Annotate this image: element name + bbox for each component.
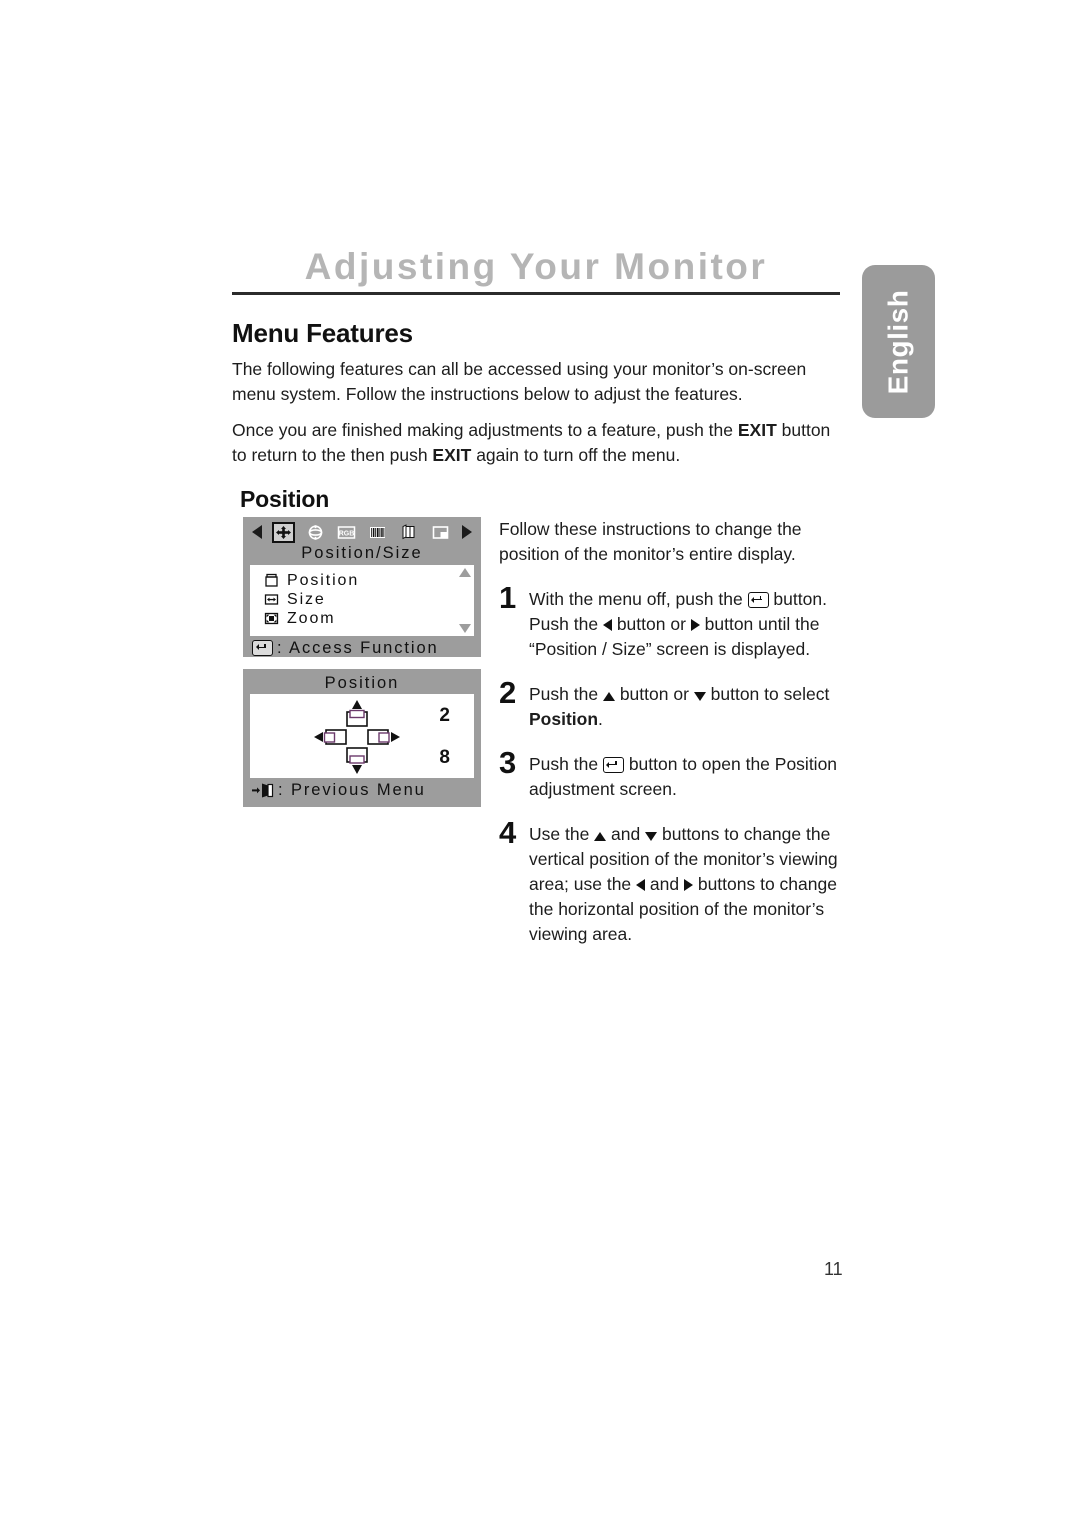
left-triangle-icon [636,879,646,891]
right-arrow-icon [461,525,472,539]
enter-key-icon [747,592,769,609]
step-text: Push the button or button to select Posi… [529,680,849,732]
exit-paragraph: Once you are finished making adjustments… [232,418,847,468]
exit-keyword-2: EXIT [432,445,472,465]
step-text-part: Push the [529,754,603,774]
enter-key-icon [252,640,273,656]
size-item-icon [264,592,279,607]
list-item: Zoom [264,609,474,628]
osd-icon-bar: RGB [250,521,474,543]
enter-key-icon [602,757,624,774]
position-item-icon [264,573,279,588]
zoom-item-icon [264,611,279,626]
osd-position-screenshot: Position 2 8: Previous Menu [243,669,481,807]
left-arrow-icon [252,525,262,539]
exit-para-text-1: Once you are finished making adjustments… [232,420,738,440]
step-text-part: button or [611,614,691,634]
osd-position-footer-label: : Previous Menu [278,781,426,799]
up-triangle-icon [594,832,607,841]
step-text: With the menu off, push the button. Push… [529,585,849,662]
header-rule [232,291,840,295]
scroll-up-arrow [459,568,471,577]
subsection-heading-position: Position [240,486,330,512]
left-triangle-icon [602,619,612,631]
step-number: 3 [499,745,517,780]
instruction-step-2: 2 Push the button or button to select Po… [499,675,849,732]
section-heading-menu-features: Menu Features [232,318,413,348]
step-text-part: . [598,709,603,729]
osd-position-title: Position [324,674,400,692]
horizontal-position-value: 8 [439,747,450,768]
step-text-part: button to select [705,684,830,704]
step-text-part: Use the [529,824,595,844]
language-tab-label: English [882,289,914,394]
position-cross-diagram [314,700,400,774]
osd-menu-footer-label: : Access Function [277,638,439,657]
exit-keyword-1: EXIT [737,420,777,440]
svg-text:RGB: RGB [339,530,355,537]
instruction-step-3: 3 Push the button to open the Position a… [499,745,849,802]
osd-menu-footer: : Access Function [250,636,474,660]
instruction-step-1: 1 With the menu off, push the button. Pu… [499,580,849,662]
step-text: Use the and buttons to change the vertic… [529,820,849,947]
step-number: 2 [499,675,517,710]
osd-position-footer: : Previous Menu [250,778,474,803]
exit-para-text-3: again to turn off the menu. [471,445,681,465]
step-text: Push the button to open the Position adj… [529,750,849,802]
exit-door-icon [252,782,274,799]
rgb-icon: RGB [337,524,356,541]
right-triangle-icon [690,619,700,631]
instructions-intro: Follow these instructions to change the … [499,519,802,564]
position-size-icon [272,521,296,543]
step-keyword: Position [529,709,599,729]
step-text-part: With the menu off, push the [529,589,748,609]
osd-position-body: 2 8 [250,694,474,778]
instruction-step-4: 4 Use the and buttons to change the vert… [499,815,849,947]
list-item: Size [264,590,474,609]
instructions-column: Follow these instructions to change the … [499,517,849,947]
osd-menu-list: Position Size Zoom [250,565,474,636]
page-number: 11 [824,1259,843,1279]
layout-icon [431,524,450,541]
list-item-label: Zoom [287,609,336,627]
step-text-part: and [606,824,646,844]
step-text-part: button or [614,684,694,704]
step-text-part: and [645,874,684,894]
up-triangle-icon [602,692,615,701]
language-tab: English [862,265,935,418]
down-triangle-icon [693,692,706,701]
moire-icon [368,524,387,541]
osd-menu-title: Position/Size [301,544,423,562]
step-number: 4 [499,815,517,850]
step-number: 1 [499,580,517,615]
right-triangle-icon [683,879,693,891]
chapter-title: Adjusting Your Monitor [304,246,768,287]
step-text-part: Push the [529,684,603,704]
scroll-down-arrow [459,624,471,633]
page-header: Adjusting Your Monitor [232,246,840,295]
osd-pages-icon [399,523,418,541]
list-item-label: Position [287,571,360,589]
list-item: Position [264,571,474,590]
rotation-icon [306,524,325,541]
intro-paragraph: The following features can all be access… [232,359,807,404]
osd-menu-screenshot: RGB Position/Size Position Size Zoom: A… [243,517,481,657]
list-item-label: Size [287,590,326,608]
vertical-position-value: 2 [439,705,450,726]
down-triangle-icon [645,832,658,841]
